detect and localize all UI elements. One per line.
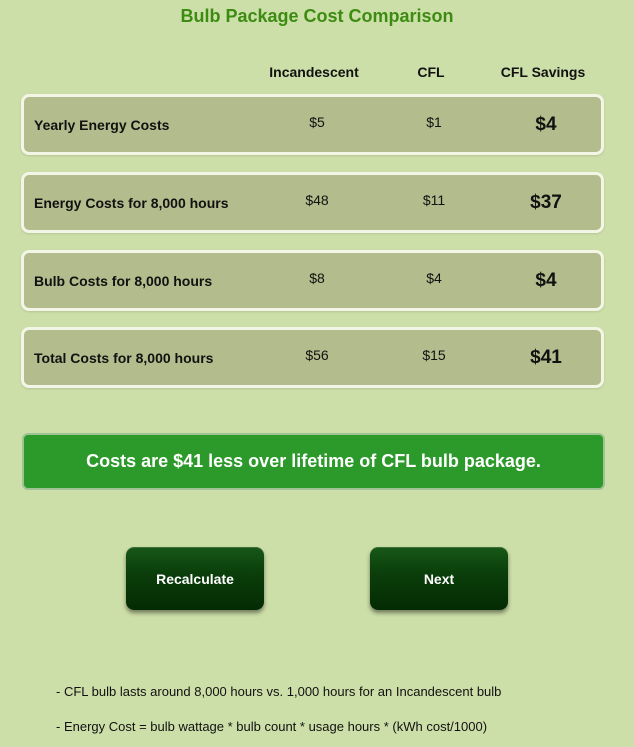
cfl-value: $11 — [422, 191, 446, 208]
savings-summary-banner: Costs are $41 less over lifetime of CFL … — [22, 433, 605, 490]
savings-value: $41 — [530, 346, 562, 368]
row-energy-costs-8000: Energy Costs for 8,000 hours $48 $11 $37 — [21, 172, 604, 233]
savings-value: $4 — [535, 269, 557, 291]
savings-value: $37 — [530, 191, 562, 213]
row-label: Yearly Energy Costs — [34, 116, 170, 133]
row-bulb-costs-8000: Bulb Costs for 8,000 hours $8 $4 $4 — [21, 250, 604, 311]
header-cfl: CFL — [417, 64, 445, 80]
savings-value: $4 — [535, 113, 557, 135]
cost-comparison-page: Bulb Package Cost Comparison Incandescen… — [0, 0, 634, 747]
cfl-value: $4 — [426, 269, 442, 286]
note-energy-cost-formula: - Energy Cost = bulb wattage * bulb coun… — [56, 719, 488, 734]
row-yearly-energy-costs: Yearly Energy Costs $5 $1 $4 — [21, 94, 604, 155]
row-total-costs-8000: Total Costs for 8,000 hours $56 $15 $41 — [21, 327, 604, 388]
note-bulb-lifetime: - CFL bulb lasts around 8,000 hours vs. … — [56, 684, 502, 699]
column-headers: Incandescent CFL CFL Savings — [0, 64, 634, 84]
header-cfl-savings: CFL Savings — [500, 64, 586, 80]
incandescent-value: $48 — [305, 191, 329, 208]
recalculate-button[interactable]: Recalculate — [126, 547, 264, 610]
incandescent-value: $56 — [305, 346, 329, 363]
cfl-value: $1 — [426, 113, 442, 130]
incandescent-value: $5 — [309, 113, 325, 130]
page-title: Bulb Package Cost Comparison — [180, 6, 454, 26]
row-label: Bulb Costs for 8,000 hours — [34, 272, 213, 289]
row-label: Energy Costs for 8,000 hours — [34, 194, 229, 211]
header-incandescent: Incandescent — [269, 64, 359, 80]
row-label: Total Costs for 8,000 hours — [34, 349, 214, 366]
cfl-value: $15 — [422, 346, 446, 363]
incandescent-value: $8 — [309, 269, 325, 286]
next-button[interactable]: Next — [370, 547, 508, 610]
